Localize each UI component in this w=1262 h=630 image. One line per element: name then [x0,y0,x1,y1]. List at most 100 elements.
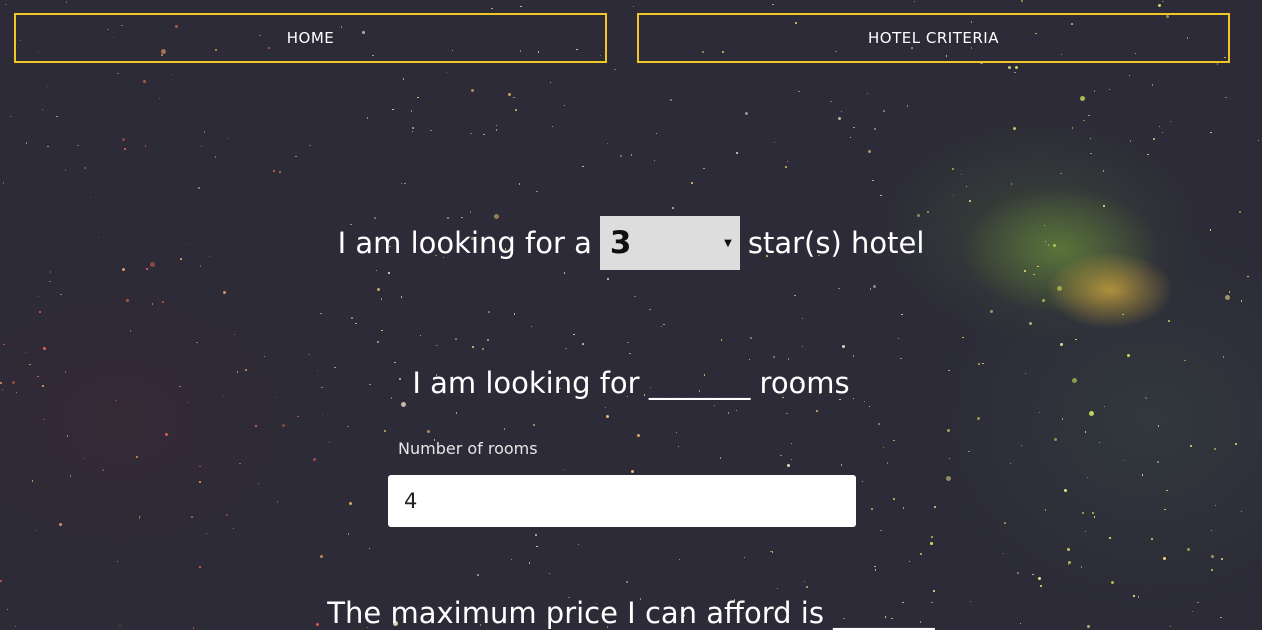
star-dot [748,358,751,361]
star-dot [69,475,71,478]
star-dot [965,185,967,187]
star-dot [1184,359,1186,362]
star-dot [672,207,674,209]
star-dot [798,90,800,93]
star-dot [515,109,517,111]
price-question: The maximum price I can afford is ______… [327,596,935,630]
star-dot [908,560,911,563]
star-dot [376,287,380,291]
star-dot [637,434,641,438]
star-dot [513,96,515,99]
star-dot [863,400,866,403]
star-dot [927,211,929,213]
star-dot [77,144,79,147]
star-dot [520,5,522,8]
star-dot [165,433,169,437]
star-dot [226,514,228,516]
star-dot [1225,96,1227,99]
star-dot [663,323,665,326]
star-dot [901,313,903,316]
star-dot [1067,563,1069,565]
star-dot [1044,509,1047,511]
star-dot [1028,322,1032,326]
star-dot [535,534,537,536]
star-dot [536,190,538,193]
star-dot [257,482,260,485]
star-dot [117,72,119,75]
star-dot [1040,585,1042,587]
star-dot [1075,338,1077,341]
star-dot [1021,0,1023,2]
star-dot [162,301,164,303]
star-dot [773,356,775,358]
star-dot [187,401,190,404]
star-dot [1147,153,1149,156]
star-dot [1190,445,1192,447]
star-dot [1109,537,1111,539]
star-dot [806,586,808,588]
star-dot [744,111,748,115]
star-dot [410,110,413,112]
star-dot [297,415,299,418]
star-dot [736,152,738,154]
star-dot [0,580,2,582]
star-dot [64,169,67,171]
star-dot [205,532,208,535]
star-dot [649,308,651,311]
star-dot [1009,462,1012,465]
star-dot [1060,172,1062,175]
star-dot [366,117,369,119]
star-dot [82,457,85,460]
star-dot [677,445,680,448]
star-dot [1004,522,1006,524]
star-dot [1228,291,1231,293]
star-dot [1163,557,1167,561]
star-dot [37,295,40,298]
rooms-input-value: 4 [404,489,418,513]
star-dot [790,458,793,461]
star-dot [495,129,498,131]
star-dot [347,533,350,535]
star-dot [841,345,845,349]
star-dot [1247,275,1249,278]
star-dot [720,339,723,341]
star-dot [65,1,68,3]
rooms-input[interactable]: 4 [388,475,856,527]
star-dot [1222,356,1225,358]
star-dot [946,428,950,432]
star-dot [1153,138,1155,140]
star-dot [573,333,575,336]
star-dot [1141,474,1144,476]
star-dot [1010,183,1013,185]
star-dot [866,92,869,95]
star-dot [872,179,874,182]
star-dot [816,410,818,412]
star-rating-select[interactable]: 3 ▼ [599,216,740,270]
hotel-criteria-button[interactable]: HOTEL CRITERIA [637,13,1230,63]
star-dot [528,562,531,564]
star-dot [125,299,129,303]
star-dot [551,125,554,128]
star-dot [401,401,407,407]
star-dot [1239,211,1241,213]
star-dot [471,88,475,92]
star-dot [1032,573,1034,576]
star-dot [255,425,257,427]
star-dot [945,475,951,481]
star-dot [46,85,49,88]
star-dot [549,81,552,84]
star-dot [906,105,909,107]
star-dot [426,430,430,434]
star-dot [968,450,970,453]
star-dot [1214,448,1216,450]
star-dot [1013,127,1017,131]
star-dot [102,469,104,471]
star-dot [191,516,193,518]
star-dot [400,296,403,298]
star-dot [900,357,902,360]
star-dot [1079,95,1085,101]
star-dot [874,128,876,130]
star-dot [483,133,485,136]
star-dot [1122,313,1124,316]
home-button[interactable]: HOME [14,13,607,63]
